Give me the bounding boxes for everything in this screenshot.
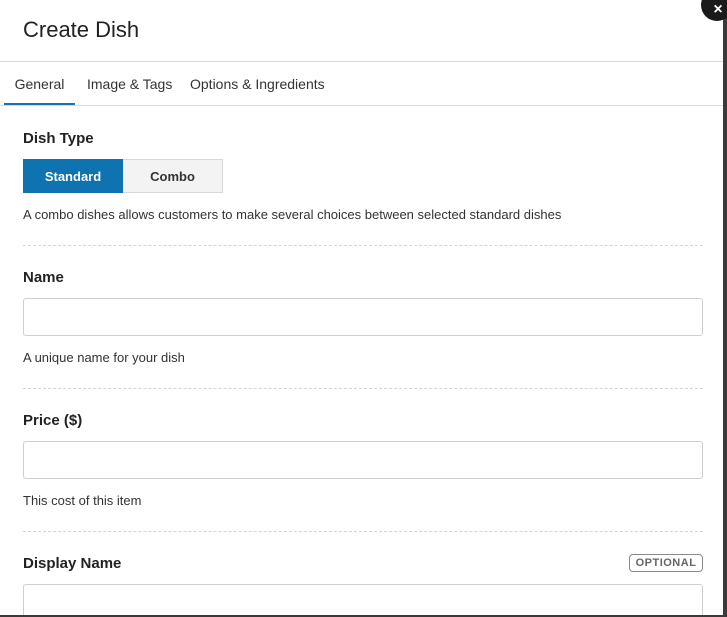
name-label: Name [23, 269, 64, 286]
price-help: This cost of this item [23, 493, 142, 508]
modal-title: Create Dish [23, 17, 140, 42]
divider [23, 245, 703, 246]
name-help: A unique name for your dish [23, 350, 185, 365]
create-dish-modal: Create Dish General Image & Tags Options… [0, 0, 723, 615]
display-name-input[interactable] [23, 584, 703, 615]
divider [23, 388, 703, 389]
modal-header: Create Dish [0, 0, 723, 62]
tab-image-tags[interactable]: Image & Tags [87, 63, 172, 105]
dish-type-standard-button[interactable]: Standard [23, 159, 123, 193]
close-icon: × [713, 1, 723, 18]
tab-general[interactable]: General [4, 63, 75, 105]
tab-bar: General Image & Tags Options & Ingredien… [0, 63, 723, 106]
display-name-label: Display Name [23, 555, 122, 572]
price-label: Price ($) [23, 412, 83, 429]
optional-badge: OPTIONAL [629, 554, 703, 572]
tab-options-ingredients[interactable]: Options & Ingredients [190, 63, 325, 105]
name-input[interactable] [23, 298, 703, 336]
backdrop-edge [723, 0, 727, 617]
dish-type-label: Dish Type [23, 130, 94, 147]
dish-type-combo-button[interactable]: Combo [123, 159, 223, 193]
dish-type-help: A combo dishes allows customers to make … [23, 207, 562, 222]
divider [23, 531, 703, 532]
price-input[interactable] [23, 441, 703, 479]
